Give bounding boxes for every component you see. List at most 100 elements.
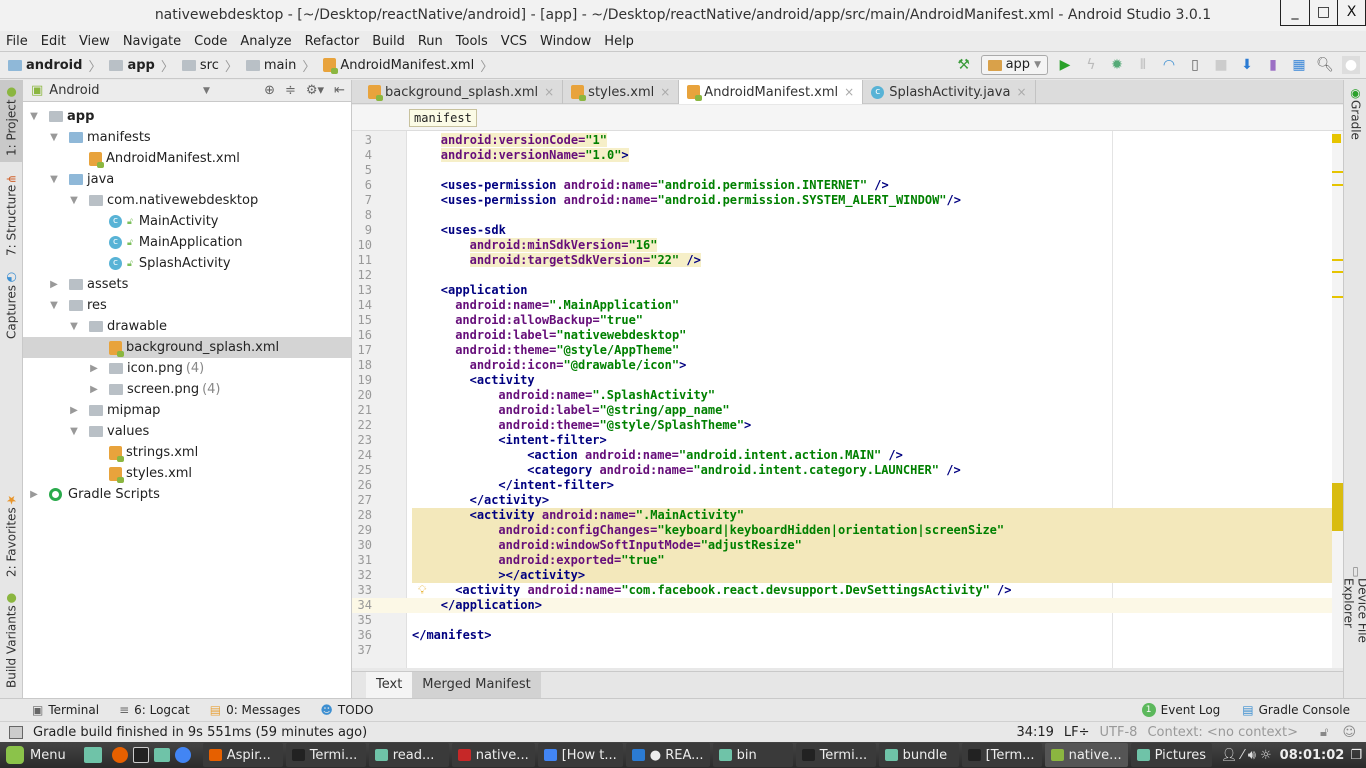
maximize-button[interactable]: □	[1309, 0, 1337, 25]
collapsed-arrow-icon[interactable]: ▶	[67, 405, 81, 416]
xml-breadcrumb-manifest[interactable]: manifest	[409, 109, 477, 127]
tool-event-log[interactable]: 1 Event Log	[1141, 703, 1220, 717]
expanded-arrow-icon[interactable]: ▼	[47, 174, 61, 185]
taskbar-window[interactable]: Aspir...	[202, 743, 283, 767]
taskbar-window[interactable]: native...	[1044, 743, 1128, 767]
profile-icon[interactable]: ◠	[1160, 56, 1178, 74]
taskbar-window[interactable]: Termi...	[285, 743, 366, 767]
chrome-launcher-icon[interactable]	[174, 747, 191, 763]
taskbar-window[interactable]: native...	[451, 743, 535, 767]
close-tab-icon[interactable]: ×	[544, 85, 554, 99]
collapsed-arrow-icon[interactable]: ▶	[27, 489, 41, 500]
tree-item[interactable]: strings.xml	[23, 442, 351, 463]
debug-icon[interactable]: ✹	[1108, 56, 1126, 74]
user-icon[interactable]: ●	[1342, 56, 1360, 74]
code-editor[interactable]: 3 android:versionCode="1" 4 android:version…	[352, 131, 1343, 668]
search-icon[interactable]: 🔍︎	[1316, 56, 1334, 74]
taskbar-window[interactable]: read...	[368, 743, 449, 767]
error-stripe-mark[interactable]	[1332, 184, 1343, 186]
menu-view[interactable]: View	[79, 34, 110, 49]
tab-device-file-explorer[interactable]: ▯ Device File Explorer	[1342, 564, 1366, 689]
tree-item[interactable]: c 🔓︎ MainApplication	[23, 232, 351, 253]
taskbar-window[interactable]: [Term...	[961, 743, 1042, 767]
error-stripe-mark[interactable]	[1332, 259, 1343, 261]
tree-item[interactable]: ▼ manifests	[23, 127, 351, 148]
collapse-all-icon[interactable]: ≑	[285, 83, 296, 98]
minimize-button[interactable]: _	[1281, 0, 1309, 25]
tool-todo[interactable]: ☻ TODO	[320, 703, 373, 717]
close-tab-icon[interactable]: ×	[1016, 85, 1026, 99]
tree-item[interactable]: ▶ assets	[23, 274, 351, 295]
caret-position[interactable]: 34:19	[1016, 725, 1053, 740]
run-icon[interactable]: ▶	[1056, 56, 1074, 74]
editor-tab[interactable]: AndroidManifest.xml ×	[679, 80, 864, 104]
menu-tools[interactable]: Tools	[456, 34, 488, 49]
tree-item[interactable]: ▶ mipmap	[23, 400, 351, 421]
toggle-tool-windows-icon[interactable]	[9, 725, 23, 739]
close-tab-icon[interactable]: ×	[660, 85, 670, 99]
context-indicator[interactable]: Context: <no context>	[1147, 725, 1298, 740]
tray-icons[interactable]: 👤︎ ⁄ 🔊︎ ☼	[1221, 748, 1272, 763]
tree-item[interactable]: ▼ res	[23, 295, 351, 316]
tree-item[interactable]: styles.xml	[23, 463, 351, 484]
tree-item[interactable]: c 🔓︎ MainActivity	[23, 211, 351, 232]
menu-edit[interactable]: Edit	[41, 34, 66, 49]
hide-panel-icon[interactable]: ⇤	[334, 83, 345, 98]
tree-item[interactable]: background_splash.xml	[23, 337, 351, 358]
error-stripe-mark[interactable]	[1332, 271, 1343, 273]
tool-logcat[interactable]: ≡ 6: Logcat	[119, 703, 190, 717]
collapsed-arrow-icon[interactable]: ▶	[87, 384, 101, 395]
line-separator[interactable]: LF÷	[1064, 725, 1090, 740]
attach-debugger-icon[interactable]: ⫴	[1134, 56, 1152, 74]
stop-icon[interactable]: ■	[1212, 56, 1230, 74]
breadcrumb-main[interactable]: main 〉	[245, 56, 320, 75]
editor-tab[interactable]: background_splash.xml ×	[360, 80, 564, 104]
tree-item[interactable]: ▼ java	[23, 169, 351, 190]
breadcrumb-android[interactable]: android 〉	[8, 56, 105, 75]
show-desktop-icon[interactable]	[83, 747, 102, 763]
project-structure-icon[interactable]: ▦	[1290, 56, 1308, 74]
close-button[interactable]: X	[1337, 0, 1365, 25]
expanded-arrow-icon[interactable]: ▼	[67, 321, 81, 332]
breadcrumb-app[interactable]: app 〉	[109, 56, 177, 75]
menu-build[interactable]: Build	[372, 34, 405, 49]
terminal-launcher-icon[interactable]	[132, 747, 149, 763]
menu-window[interactable]: Window	[540, 34, 591, 49]
expanded-arrow-icon[interactable]: ▼	[27, 111, 41, 122]
workspace-icon[interactable]: ❐	[1350, 748, 1362, 763]
error-stripe-mark[interactable]	[1332, 296, 1343, 298]
expanded-arrow-icon[interactable]: ▼	[67, 426, 81, 437]
gear-icon[interactable]: ⚙▾	[306, 83, 324, 98]
editor-tab[interactable]: c SplashActivity.java ×	[863, 80, 1036, 104]
breadcrumb-src[interactable]: src 〉	[181, 56, 242, 75]
tab-gradle[interactable]: ◉ Gradle	[1344, 86, 1366, 146]
make-project-icon[interactable]: ⚒	[955, 56, 973, 74]
tab-build-variants[interactable]: Build Variants ●	[0, 590, 23, 690]
error-stripe-mark[interactable]	[1332, 171, 1343, 173]
lightbulb-icon[interactable]: 💡︎	[418, 583, 426, 598]
menu-file[interactable]: File	[6, 34, 28, 49]
run-config-select[interactable]: app ▼	[980, 55, 1048, 75]
menu-analyze[interactable]: Analyze	[240, 34, 291, 49]
tool-terminal[interactable]: ▣ Terminal	[32, 703, 99, 717]
taskbar-window[interactable]: bin	[712, 743, 793, 767]
tree-item[interactable]: ▼ values	[23, 421, 351, 442]
menu-code[interactable]: Code	[194, 34, 227, 49]
chevron-down-icon[interactable]: ▼	[203, 86, 210, 96]
tab-captures[interactable]: Captures ◔	[0, 270, 23, 340]
menu-refactor[interactable]: Refactor	[305, 34, 360, 49]
tab-structure[interactable]: 7: Structure ⋔	[0, 170, 23, 260]
tree-item[interactable]: ▼ app	[23, 106, 351, 127]
menu-help[interactable]: Help	[604, 34, 634, 49]
highlight-stripe-mark[interactable]	[1332, 483, 1343, 531]
tree-item[interactable]: ▼ drawable	[23, 316, 351, 337]
tab-favorites[interactable]: 2: Favorites ★	[0, 490, 23, 580]
expanded-arrow-icon[interactable]: ▼	[67, 195, 81, 206]
taskbar-window[interactable]: ● REA...	[625, 743, 710, 767]
menu-vcs[interactable]: VCS	[501, 34, 527, 49]
editor-tab[interactable]: styles.xml ×	[563, 80, 680, 104]
menu-run[interactable]: Run	[418, 34, 443, 49]
collapsed-arrow-icon[interactable]: ▶	[87, 363, 101, 374]
taskbar-window[interactable]: [How t...	[537, 743, 623, 767]
taskbar-window[interactable]: Termi...	[795, 743, 876, 767]
